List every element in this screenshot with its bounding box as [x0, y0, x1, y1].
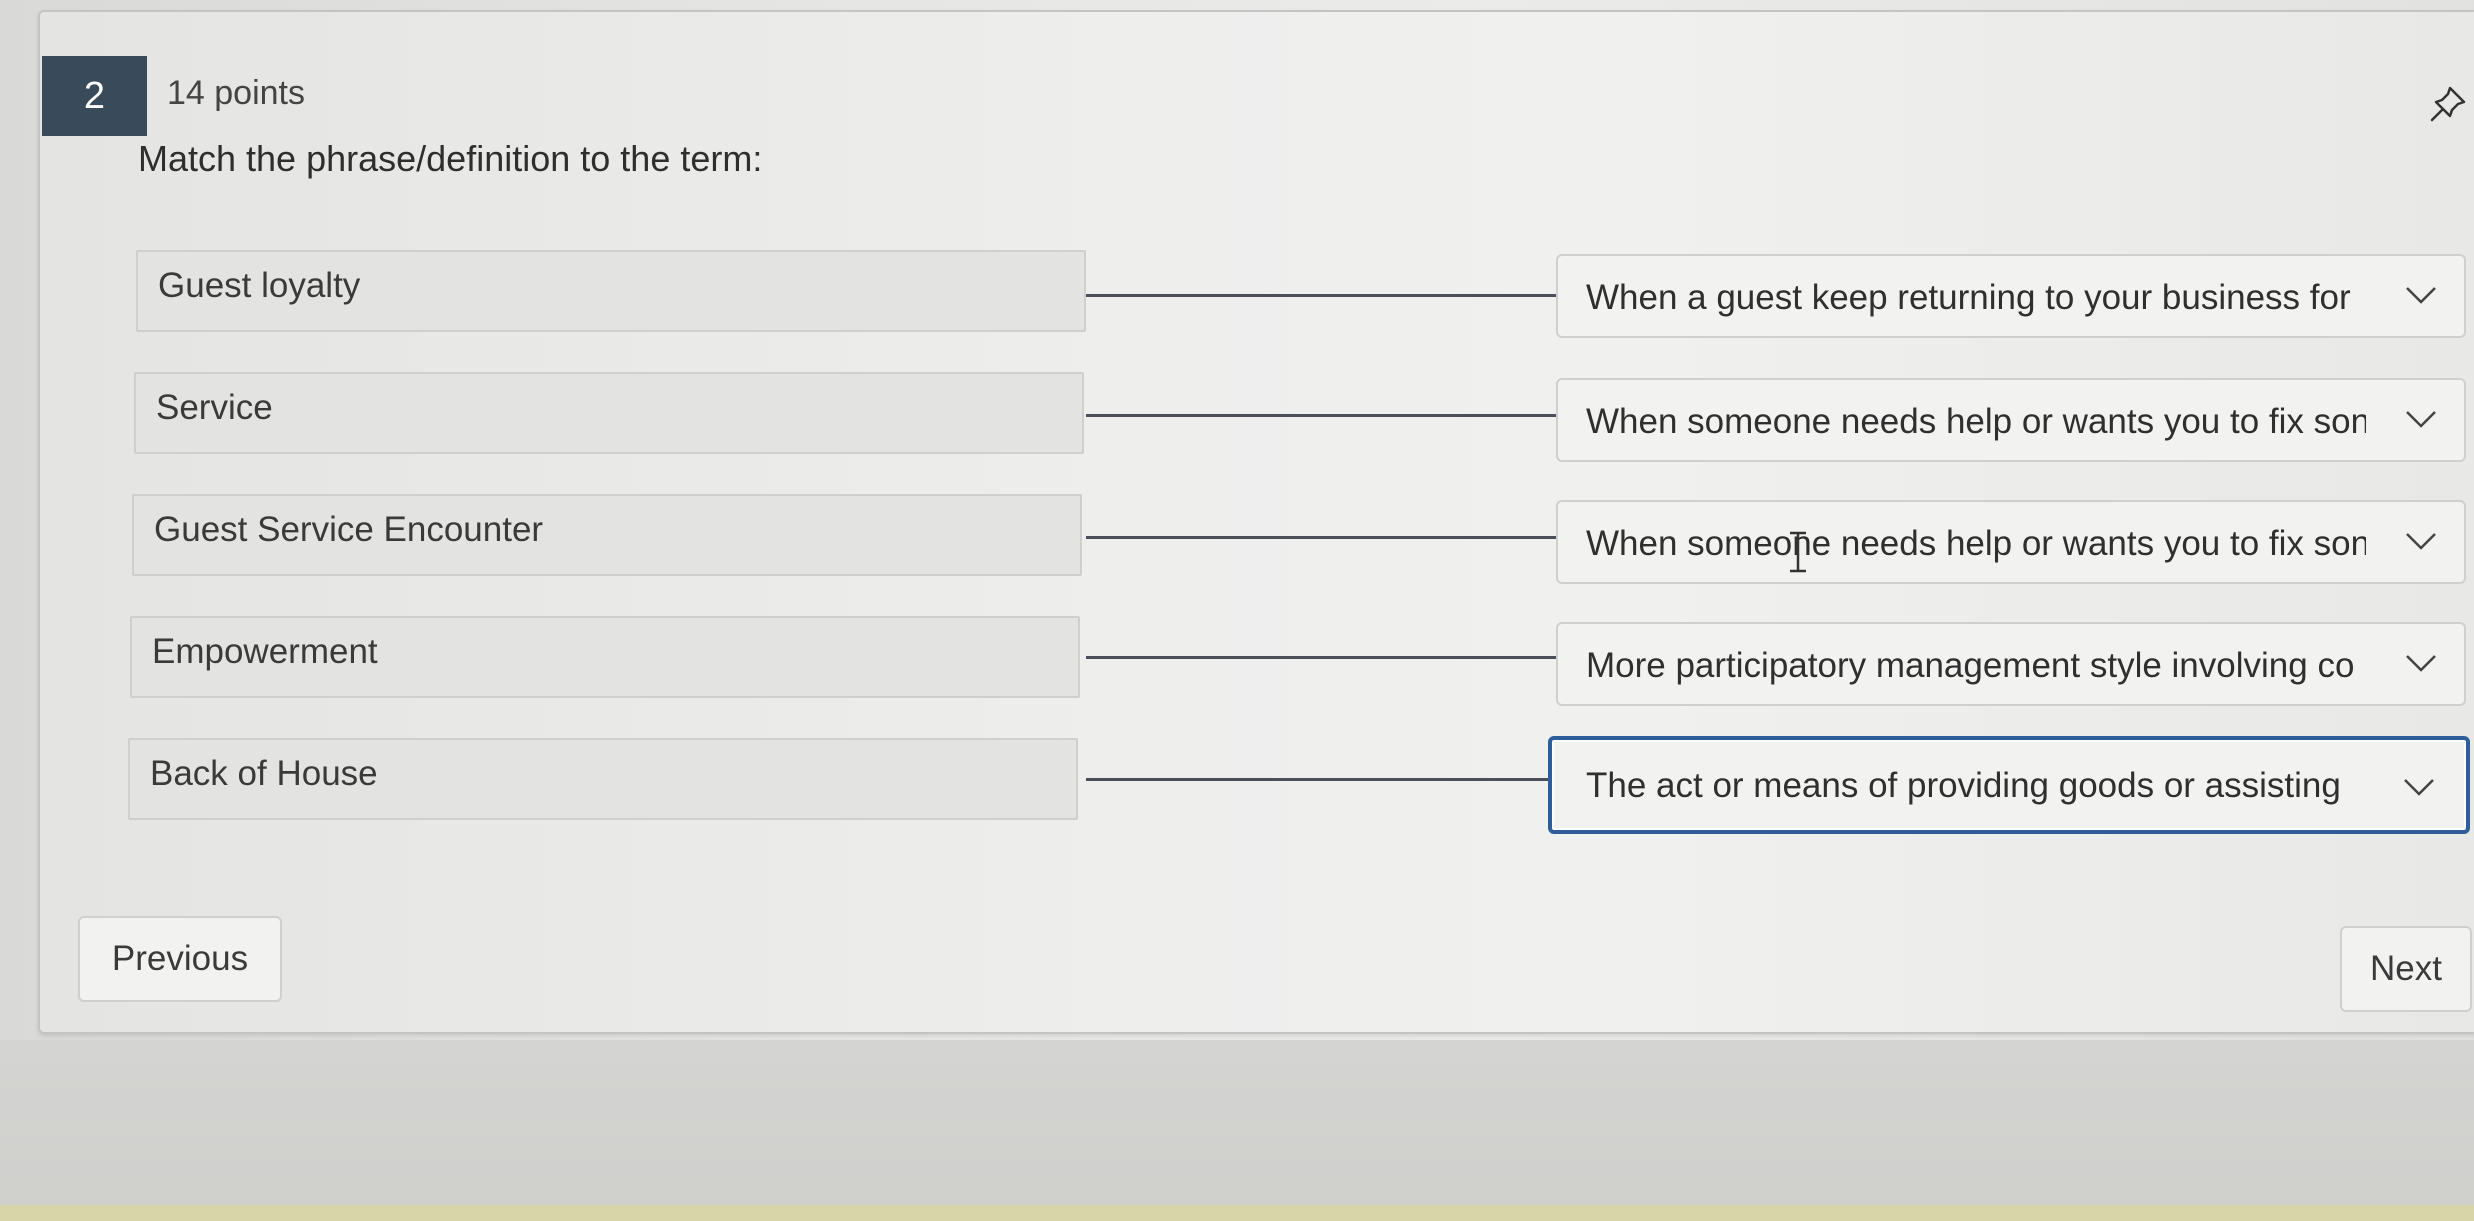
answer-select-value: The act or means of providing goods or a… [1586, 766, 2341, 805]
question-prompt: Match the phrase/definition to the term: [138, 138, 763, 179]
question-points: 14 points [167, 74, 305, 112]
text-cursor-icon [1790, 531, 1806, 573]
connector-line [1086, 294, 1556, 297]
answer-select-3[interactable]: When someone needs help or wants you to … [1556, 500, 2466, 584]
term-guest-service-encounter: Guest Service Encounter [132, 494, 1082, 576]
page-bottom-edge [0, 1205, 2474, 1221]
term-empowerment: Empowerment [130, 616, 1080, 698]
chevron-down-icon [2406, 533, 2436, 550]
term-back-of-house: Back of House [128, 738, 1078, 820]
chevron-down-icon [2406, 655, 2436, 672]
term-service: Service [134, 372, 1084, 454]
connector-line [1086, 414, 1556, 417]
answer-select-5[interactable]: The act or means of providing goods or a… [1548, 736, 2470, 834]
answer-select-2[interactable]: When someone needs help or wants you to … [1556, 378, 2466, 462]
next-button[interactable]: Next [2340, 926, 2472, 1012]
connector-line [1086, 656, 1556, 659]
answer-select-1[interactable]: When a guest keep returning to your busi… [1556, 254, 2466, 338]
answer-select-value: When a guest keep returning to your busi… [1586, 278, 2351, 317]
question-number-badge: 2 [42, 56, 147, 136]
answer-select-value: More participatory management style invo… [1586, 646, 2355, 685]
answer-select-4[interactable]: More participatory management style invo… [1556, 622, 2466, 706]
answer-select-value: When someone needs help or wants you to … [1586, 402, 2366, 441]
chevron-down-icon [2406, 287, 2436, 304]
pin-icon[interactable] [2428, 84, 2468, 124]
page-background-bottom [0, 1040, 2474, 1221]
term-guest-loyalty: Guest loyalty [136, 250, 1086, 332]
chevron-down-icon [2406, 411, 2436, 428]
previous-button[interactable]: Previous [78, 916, 282, 1002]
chevron-down-icon [2404, 779, 2434, 796]
answer-select-value: When someone needs help or wants you to … [1586, 524, 2366, 563]
connector-line [1086, 536, 1556, 539]
connector-line [1086, 778, 1552, 781]
